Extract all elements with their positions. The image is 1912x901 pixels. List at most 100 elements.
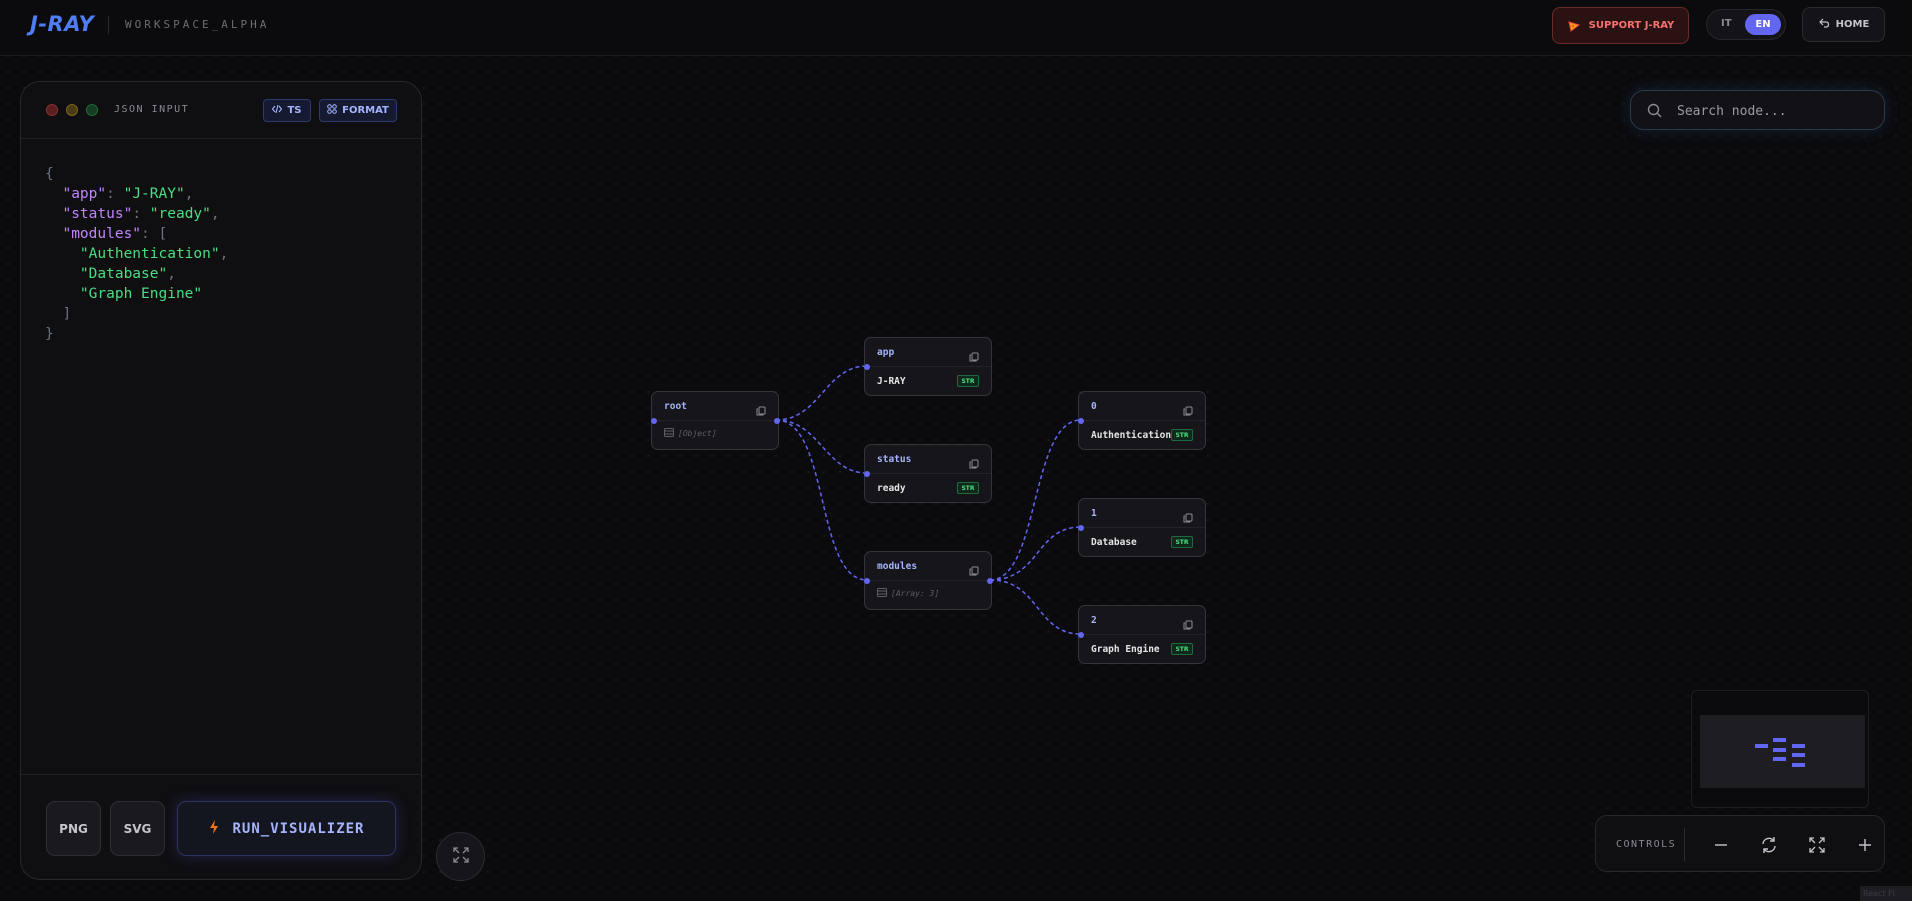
node-port-in[interactable]	[864, 471, 870, 477]
node-port-in[interactable]	[1078, 632, 1084, 638]
json-line: ]	[62, 306, 72, 322]
minimap-viewport	[1700, 715, 1865, 788]
graph-node-modules[interactable]: modules [Array: 3]	[864, 551, 993, 610]
ts-label: TS	[287, 105, 302, 116]
export-svg-button[interactable]: SVG	[110, 801, 165, 856]
node-value: J-RAY	[877, 376, 906, 387]
home-button[interactable]: HOME	[1802, 7, 1885, 42]
zoom-out-button[interactable]	[1709, 833, 1733, 857]
json-line: "status": "ready",	[62, 206, 220, 222]
copy-icon[interactable]	[1183, 615, 1193, 634]
type-badge: STR	[957, 482, 979, 494]
zoom-in-button[interactable]	[1853, 833, 1877, 857]
search-input[interactable]	[1677, 99, 1873, 123]
node-value: Database	[1091, 537, 1137, 548]
pizza-icon	[1567, 19, 1581, 33]
fit-view-button[interactable]	[1805, 833, 1829, 857]
run-label: RUN_VISUALIZER	[232, 820, 365, 837]
minimap[interactable]	[1691, 690, 1869, 808]
node-value: [Object]	[664, 428, 717, 439]
copy-icon[interactable]	[756, 401, 766, 420]
logo-divider	[108, 16, 109, 34]
ts-button[interactable]: TS	[263, 99, 311, 122]
graph-node-status[interactable]: status ready STR	[864, 444, 992, 503]
node-key: modules	[877, 561, 918, 572]
lang-it-option[interactable]: IT	[1721, 18, 1732, 29]
node-key: status	[877, 454, 912, 465]
json-line: "modules": [	[62, 226, 168, 242]
minus-icon	[1715, 844, 1727, 846]
copy-icon[interactable]	[969, 454, 979, 473]
edge-root-modules	[775, 419, 868, 581]
json-line: {	[45, 166, 54, 182]
node-key: 0	[1091, 401, 1097, 412]
reset-view-button[interactable]	[1757, 833, 1781, 857]
code-icon	[272, 104, 283, 117]
window-close-dot	[46, 104, 58, 116]
json-line: "app": "J-RAY",	[62, 186, 194, 202]
node-port-out[interactable]	[774, 418, 780, 424]
language-toggle[interactable]: IT EN	[1706, 9, 1786, 40]
edge-modules-2	[989, 579, 1082, 635]
copy-icon[interactable]	[1183, 401, 1193, 420]
export-png-button[interactable]: PNG	[46, 801, 101, 856]
type-badge: STR	[1171, 429, 1193, 441]
format-button[interactable]: FORMAT	[319, 99, 397, 122]
refresh-icon	[1762, 837, 1776, 853]
node-port-out[interactable]	[987, 578, 993, 584]
edge-modules-1	[989, 526, 1082, 581]
minimap-node	[1773, 738, 1786, 742]
node-value: Graph Engine	[1091, 644, 1160, 655]
app-logo[interactable]: J-RAY	[30, 12, 94, 36]
workspace-name: WORKSPACE_ALPHA	[125, 18, 270, 31]
node-key: 1	[1091, 508, 1097, 519]
window-minimize-dot	[66, 104, 78, 116]
search-icon	[1647, 103, 1662, 122]
run-visualizer-button[interactable]: RUN_VISUALIZER	[177, 801, 396, 856]
lang-en-option[interactable]: EN	[1745, 14, 1781, 35]
fullscreen-button[interactable]	[436, 832, 485, 881]
minimap-node	[1773, 748, 1786, 752]
panel-footer: PNG SVG RUN_VISUALIZER	[21, 774, 421, 879]
json-line: "Graph Engine"	[79, 286, 203, 302]
minimap-node	[1792, 744, 1805, 748]
attribution-watermark[interactable]: React Fl	[1860, 886, 1912, 901]
array-icon	[877, 588, 887, 599]
expand-icon	[452, 846, 469, 867]
node-value: [Array: 3]	[877, 588, 939, 599]
copy-icon[interactable]	[1183, 508, 1193, 527]
graph-node-app[interactable]: app J-RAY STR	[864, 337, 992, 396]
type-badge: STR	[957, 375, 979, 387]
graph-node-item-1[interactable]: 1 Database STR	[1078, 498, 1206, 557]
support-button[interactable]: SUPPORT J-RAY	[1552, 7, 1689, 44]
edge-root-app	[775, 365, 868, 421]
json-line: }	[45, 326, 54, 342]
json-editor[interactable]: { "app": "J-RAY", "status": "ready", "mo…	[45, 164, 228, 344]
canvas-controls: CONTROLS	[1595, 815, 1885, 872]
top-bar: J-RAY WORKSPACE_ALPHA SUPPORT J-RAY IT E…	[0, 0, 1912, 56]
node-port-in[interactable]	[864, 364, 870, 370]
node-port-in[interactable]	[864, 578, 870, 584]
node-value: ready	[877, 483, 906, 494]
graph-node-root[interactable]: root [Object]	[651, 391, 780, 450]
format-label: FORMAT	[342, 105, 389, 116]
node-port-in[interactable]	[651, 418, 657, 424]
minimap-node	[1755, 744, 1768, 748]
type-badge: STR	[1171, 643, 1193, 655]
node-key: root	[664, 401, 687, 412]
copy-icon[interactable]	[969, 347, 979, 366]
json-input-panel: JSON INPUT TS FORMAT { "app": "J-RAY", "…	[20, 81, 422, 880]
plus-icon	[1859, 839, 1871, 851]
graph-node-item-2[interactable]: 2 Graph Engine STR	[1078, 605, 1206, 664]
minimap-node	[1792, 753, 1805, 757]
copy-icon[interactable]	[969, 561, 979, 580]
panel-header: JSON INPUT TS FORMAT	[21, 82, 421, 139]
format-icon	[327, 104, 337, 117]
json-line: "Database",	[79, 266, 176, 282]
node-port-in[interactable]	[1078, 418, 1084, 424]
node-port-in[interactable]	[1078, 525, 1084, 531]
expand-icon	[1809, 837, 1825, 853]
minimap-node	[1773, 757, 1786, 761]
object-icon	[664, 428, 674, 439]
graph-node-item-0[interactable]: 0 Authentication STR	[1078, 391, 1206, 450]
